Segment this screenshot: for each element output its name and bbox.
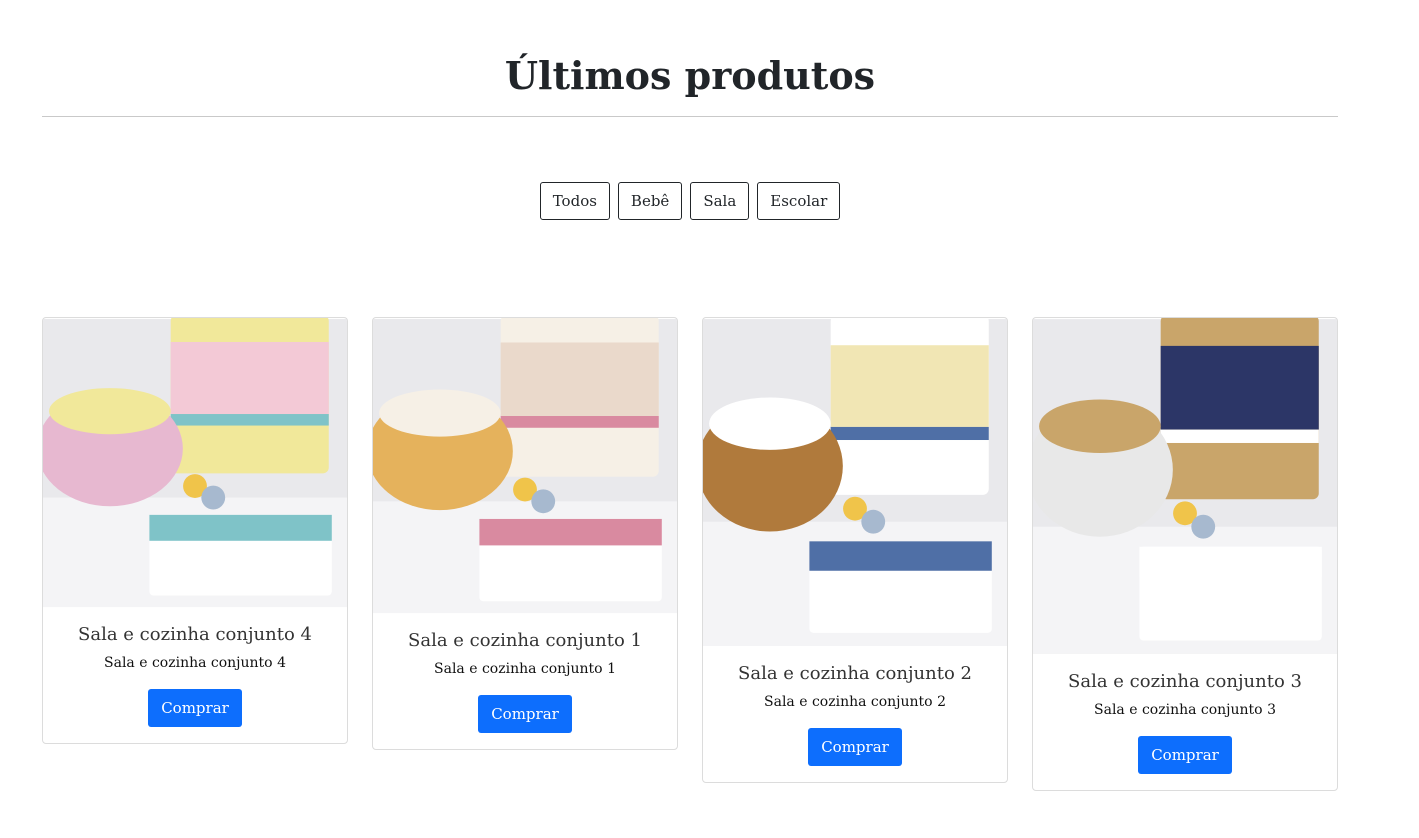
product-title: Sala e cozinha conjunto 3 (1068, 671, 1302, 692)
product-card: Sala e cozinha conjunto 4 Sala e cozinha… (42, 317, 348, 744)
buy-button[interactable]: Comprar (148, 689, 242, 727)
product-title: Sala e cozinha conjunto 1 (408, 630, 642, 651)
product-image[interactable] (1033, 318, 1337, 655)
product-card-body: Sala e cozinha conjunto 3 Sala e cozinha… (1033, 655, 1337, 790)
product-card: Sala e cozinha conjunto 1 Sala e cozinha… (372, 317, 678, 750)
product-title: Sala e cozinha conjunto 2 (738, 663, 972, 684)
product-card-body: Sala e cozinha conjunto 2 Sala e cozinha… (703, 647, 1007, 782)
title-divider (42, 116, 1338, 117)
page-title: Últimos produtos (504, 53, 876, 98)
product-description: Sala e cozinha conjunto 3 (1094, 702, 1276, 718)
filter-todos-button[interactable]: Todos (539, 182, 610, 220)
filter-sala-button[interactable]: Sala (690, 182, 750, 220)
page-container: Últimos produtos Todos Bebê Sala Escolar… (42, 0, 1338, 791)
buy-button[interactable]: Comprar (478, 695, 572, 733)
product-card-body: Sala e cozinha conjunto 4 Sala e cozinha… (43, 608, 347, 743)
product-description: Sala e cozinha conjunto 4 (104, 655, 286, 671)
product-image[interactable] (43, 318, 347, 608)
product-title: Sala e cozinha conjunto 4 (78, 624, 312, 645)
filter-bebe-button[interactable]: Bebê (617, 182, 683, 220)
product-image[interactable] (703, 318, 1007, 647)
buy-button[interactable]: Comprar (1138, 736, 1232, 774)
product-image[interactable] (373, 318, 677, 614)
buy-button[interactable]: Comprar (808, 728, 902, 766)
filter-bar: Todos Bebê Sala Escolar (42, 182, 1338, 220)
product-grid: Sala e cozinha conjunto 4 Sala e cozinha… (42, 317, 1338, 791)
filter-escolar-button[interactable]: Escolar (757, 182, 841, 220)
product-card-body: Sala e cozinha conjunto 1 Sala e cozinha… (373, 614, 677, 749)
product-description: Sala e cozinha conjunto 2 (764, 694, 946, 710)
product-card: Sala e cozinha conjunto 2 Sala e cozinha… (702, 317, 1008, 783)
product-description: Sala e cozinha conjunto 1 (434, 661, 616, 677)
product-card: Sala e cozinha conjunto 3 Sala e cozinha… (1032, 317, 1338, 791)
